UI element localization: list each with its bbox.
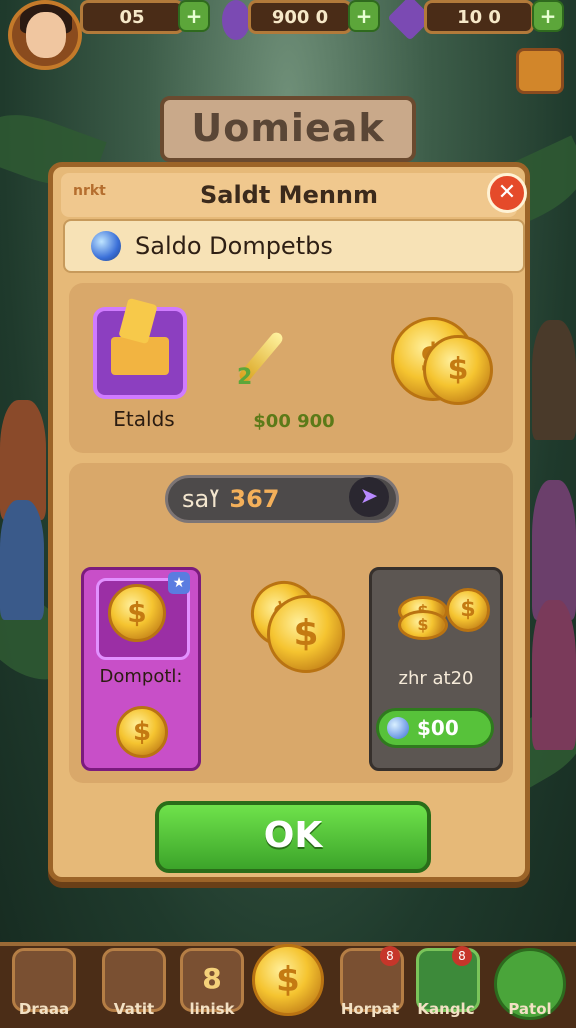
resource-2-add-button[interactable]: + [348, 0, 380, 32]
nav-label-5: Horpat [340, 1000, 400, 1018]
buy-coins-value: $00 [417, 716, 459, 740]
background-title-sign: Uomieak [160, 96, 416, 162]
resource-1-add-button[interactable]: + [178, 0, 210, 32]
nav-label-6: Kanglc [417, 1000, 475, 1018]
nav-home-badge: 8 [380, 946, 400, 966]
nav-label-7: Patol [508, 1000, 552, 1018]
wallet-card[interactable]: $ ★ Dompotl: $ [81, 567, 201, 771]
resource-3-add-button[interactable]: + [532, 0, 564, 32]
arrow-right-icon[interactable]: ➤ [349, 477, 389, 517]
nav-label-3: linisk [189, 1000, 235, 1018]
key-number: 2 [237, 365, 253, 390]
coin-icon: $ [116, 706, 168, 758]
coin-icon: $ [423, 335, 493, 405]
resource-counter-3: 10 0 [424, 0, 534, 34]
nav-link-number: 8 [202, 962, 222, 995]
modal-subtitle: Saldo Dompetbs [135, 232, 333, 260]
resource-counter-2: 900 0 [248, 0, 352, 34]
wallet-card-label: Dompotl: [99, 666, 183, 687]
balance-modal: Saldt Mennm nrkt ✕ Saldo Dompetbs Etalds… [48, 162, 530, 882]
coin-stack-label: zhr at20 [398, 668, 474, 689]
coin-icon: $ [446, 588, 490, 632]
resource-counter-1: 05 [80, 0, 184, 34]
blue-gem-icon [387, 717, 409, 739]
villager-figure [0, 500, 44, 620]
resource-2-value: 900 0 [271, 6, 329, 28]
avatar-face [26, 12, 66, 58]
balance-label: saߌ [182, 485, 220, 513]
close-button[interactable]: ✕ [487, 173, 527, 213]
buy-coins-button[interactable]: $00 [376, 708, 494, 748]
coin-icon: $ [267, 595, 345, 673]
resource-3-value: 10 0 [457, 6, 501, 28]
nav-kangle-badge: 8 [452, 946, 472, 966]
coin-stack-card[interactable]: $ $ $ zhr at20 $00 [369, 567, 503, 771]
coin-stack-icon: $ [398, 610, 448, 640]
treasure-chest-icon[interactable] [93, 297, 187, 399]
ok-button[interactable]: OK [155, 801, 431, 873]
player-avatar[interactable] [8, 0, 82, 70]
nav-label-1: Draaa [18, 1000, 70, 1018]
character-icon [222, 0, 250, 40]
villager-figure [532, 320, 576, 440]
star-badge-icon: ★ [168, 572, 190, 594]
modal-title: Saldt Mennm [61, 173, 517, 217]
balance-value: 367 [229, 485, 280, 513]
modal-subtitle-bar: Saldo Dompetbs [63, 219, 525, 273]
balance-panel: saߌ 367 ➤ $ ★ Dompotl: $ $ $ $ $ $ zhr a… [69, 463, 513, 783]
coin-icon: $ [108, 584, 166, 642]
nav-label-2: Vatit [113, 1000, 155, 1018]
resource-1-value: 05 [119, 6, 145, 28]
reward-amount: $00 900 [253, 411, 335, 432]
nav-coin-button[interactable]: $ [252, 944, 324, 1016]
villager-figure [532, 480, 576, 620]
modal-tag: nrkt [73, 183, 106, 199]
rewards-panel: Etalds 2 $00 900 $ $ [69, 283, 513, 453]
villager-figure [532, 600, 576, 750]
blue-gem-icon [91, 231, 121, 261]
chest-label: Etalds [113, 407, 175, 431]
shop-button[interactable] [516, 48, 564, 94]
